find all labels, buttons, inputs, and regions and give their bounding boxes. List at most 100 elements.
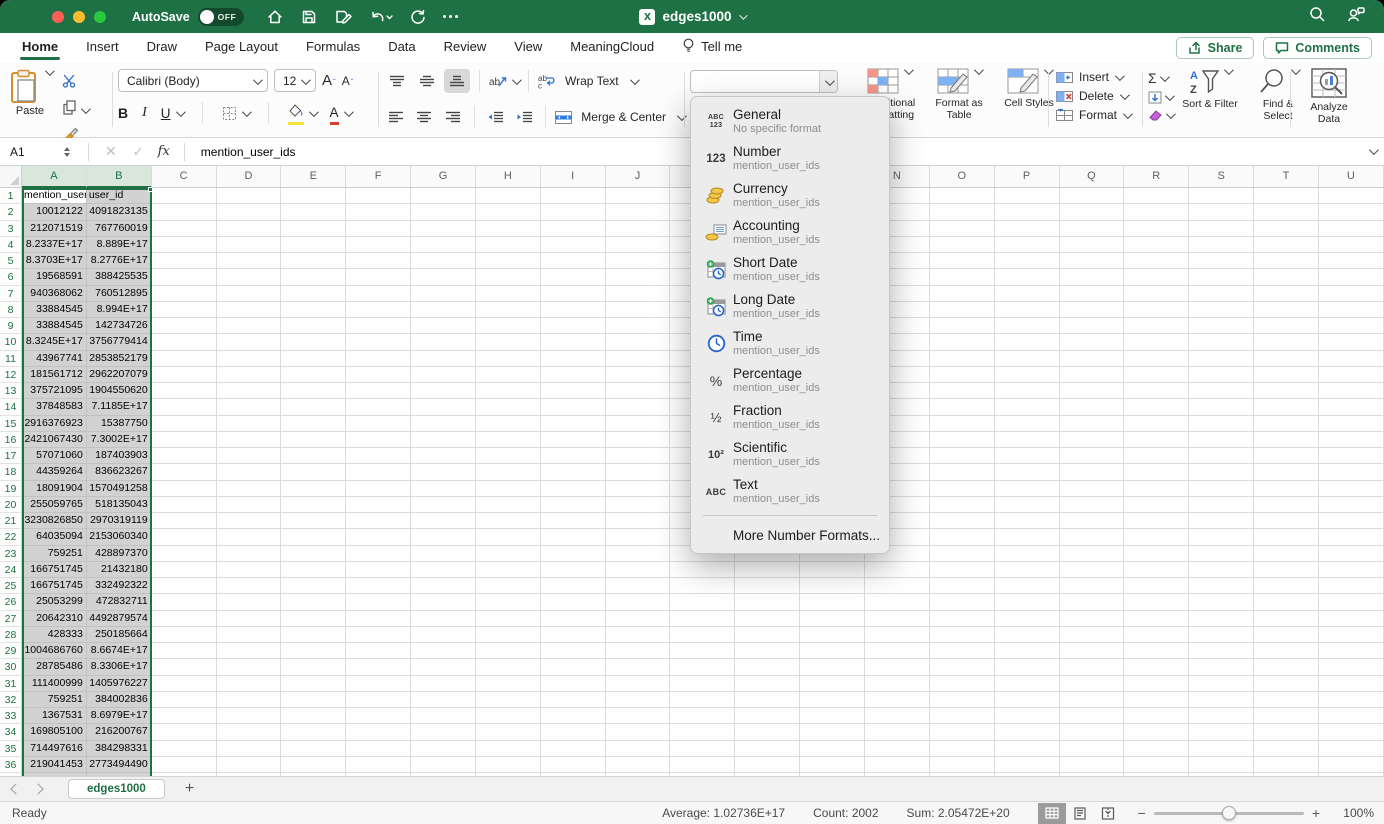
cell-S3[interactable] (1189, 221, 1254, 237)
cell-H12[interactable] (476, 367, 541, 383)
cell-Q17[interactable] (1060, 448, 1125, 464)
cell-S31[interactable] (1189, 676, 1254, 692)
row-header-12[interactable]: 12 (0, 367, 22, 383)
row-header-33[interactable]: 33 (0, 708, 22, 724)
cell-J7[interactable] (606, 286, 671, 302)
cell-O12[interactable] (930, 367, 995, 383)
cell-I10[interactable] (541, 334, 606, 350)
cell-A4[interactable]: 8.2337E+17 (22, 237, 87, 253)
menu-item-short-date[interactable]: Short Datemention_user_ids (691, 251, 889, 288)
cell-D6[interactable] (217, 269, 282, 285)
cell-B17[interactable]: 187403903 (87, 448, 152, 464)
cell-R24[interactable] (1124, 562, 1189, 578)
feedback-icon[interactable] (1346, 5, 1366, 28)
cell-C35[interactable] (152, 741, 217, 757)
cell-C26[interactable] (152, 594, 217, 610)
cell-C10[interactable] (152, 334, 217, 350)
cell-B27[interactable]: 4492879574 (87, 611, 152, 627)
cell-R17[interactable] (1124, 448, 1189, 464)
cell-B4[interactable]: 8.889E+17 (87, 237, 152, 253)
cell-S19[interactable] (1189, 481, 1254, 497)
comments-button[interactable]: Comments (1263, 37, 1372, 59)
cell-E35[interactable] (281, 741, 346, 757)
cell-T23[interactable] (1254, 546, 1319, 562)
cell-C21[interactable] (152, 513, 217, 529)
cell-A22[interactable]: 64035094 (22, 529, 87, 545)
cell-R28[interactable] (1124, 627, 1189, 643)
cell-T1[interactable] (1254, 188, 1319, 204)
cell-D13[interactable] (217, 383, 282, 399)
undo-icon[interactable] (369, 8, 393, 26)
cell-H33[interactable] (476, 708, 541, 724)
cell-L30[interactable] (735, 659, 800, 675)
cell-D23[interactable] (217, 546, 282, 562)
cell-H13[interactable] (476, 383, 541, 399)
cell-H27[interactable] (476, 611, 541, 627)
row-header-23[interactable]: 23 (0, 546, 22, 562)
cell-E21[interactable] (281, 513, 346, 529)
cell-D28[interactable] (217, 627, 282, 643)
cell-T11[interactable] (1254, 351, 1319, 367)
cell-F32[interactable] (346, 692, 411, 708)
cell-B21[interactable]: 2970319119 (87, 513, 152, 529)
cell-B19[interactable]: 1570491258 (87, 481, 152, 497)
cell-Q35[interactable] (1060, 741, 1125, 757)
cell-B29[interactable]: 8.6674E+17 (87, 643, 152, 659)
column-header-h[interactable]: H (476, 166, 541, 188)
cell-N24[interactable] (865, 562, 930, 578)
name-box[interactable]: A1 (0, 145, 64, 159)
row-header-16[interactable]: 16 (0, 432, 22, 448)
cell-U33[interactable] (1319, 708, 1384, 724)
cell-H24[interactable] (476, 562, 541, 578)
cell-R25[interactable] (1124, 578, 1189, 594)
cell-G9[interactable] (411, 318, 476, 334)
cell-B31[interactable]: 1405976227 (87, 676, 152, 692)
cell-H5[interactable] (476, 253, 541, 269)
cell-B22[interactable]: 2153060340 (87, 529, 152, 545)
cell-D9[interactable] (217, 318, 282, 334)
cell-T3[interactable] (1254, 221, 1319, 237)
cell-R36[interactable] (1124, 757, 1189, 773)
cell-R7[interactable] (1124, 286, 1189, 302)
cell-H18[interactable] (476, 464, 541, 480)
cell-T8[interactable] (1254, 302, 1319, 318)
cut-icon[interactable] (62, 74, 88, 93)
cell-L29[interactable] (735, 643, 800, 659)
zoom-window-button[interactable] (94, 11, 106, 23)
cell-S34[interactable] (1189, 724, 1254, 740)
row-header-29[interactable]: 29 (0, 643, 22, 659)
cell-E23[interactable] (281, 546, 346, 562)
cell-I32[interactable] (541, 692, 606, 708)
cell-Q9[interactable] (1060, 318, 1125, 334)
cell-C9[interactable] (152, 318, 217, 334)
column-header-b[interactable]: B (87, 166, 152, 188)
save-icon[interactable] (300, 8, 318, 26)
cell-A20[interactable]: 255059765 (22, 497, 87, 513)
cell-S1[interactable] (1189, 188, 1254, 204)
cell-J23[interactable] (606, 546, 671, 562)
menu-item-general[interactable]: ABC123GeneralNo specific format (691, 103, 889, 140)
cell-G20[interactable] (411, 497, 476, 513)
cell-A16[interactable]: 2421067430 (22, 432, 87, 448)
column-header-e[interactable]: E (281, 166, 346, 188)
column-header-c[interactable]: C (152, 166, 217, 188)
cell-G33[interactable] (411, 708, 476, 724)
cell-Q32[interactable] (1060, 692, 1125, 708)
column-header-r[interactable]: R (1124, 166, 1189, 188)
cell-U30[interactable] (1319, 659, 1384, 675)
cell-T24[interactable] (1254, 562, 1319, 578)
row-header-34[interactable]: 34 (0, 724, 22, 740)
cell-I6[interactable] (541, 269, 606, 285)
cell-P14[interactable] (995, 399, 1060, 415)
cell-O21[interactable] (930, 513, 995, 529)
tab-tell-me[interactable]: Tell me (670, 33, 754, 63)
cell-U22[interactable] (1319, 529, 1384, 545)
insert-cells-button[interactable]: Insert (1056, 70, 1142, 84)
cell-E14[interactable] (281, 399, 346, 415)
cell-R15[interactable] (1124, 416, 1189, 432)
cell-L27[interactable] (735, 611, 800, 627)
cell-F8[interactable] (346, 302, 411, 318)
cell-E26[interactable] (281, 594, 346, 610)
cell-G14[interactable] (411, 399, 476, 415)
cell-O28[interactable] (930, 627, 995, 643)
